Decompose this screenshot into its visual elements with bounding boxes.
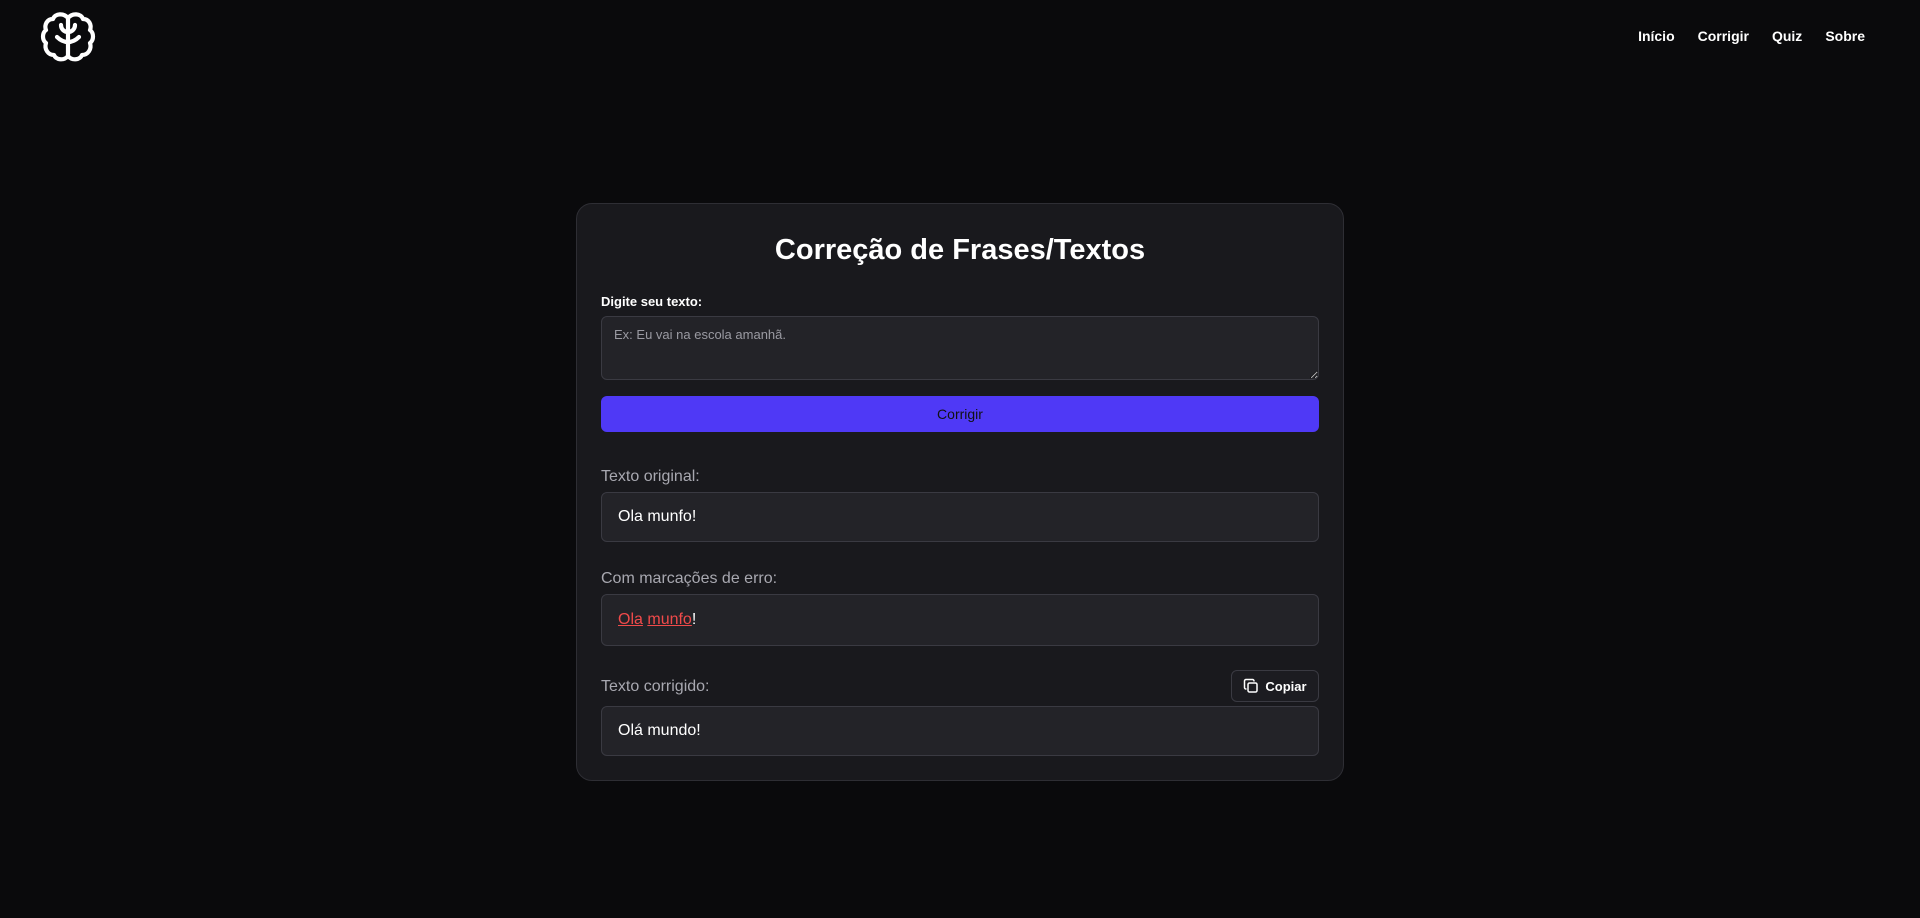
nav-item-quiz[interactable]: Quiz [1772,26,1802,46]
error-word: munfo [647,611,692,628]
main-nav: Início Corrigir Quiz Sobre [1638,26,1865,46]
text-input[interactable] [601,316,1319,380]
page-title: Correção de Frases/Textos [774,234,1146,266]
input-label: Digite seu texto: [601,294,703,309]
header: Início Corrigir Quiz Sobre [0,0,1920,74]
correct-button[interactable]: Corrigir [601,396,1319,432]
copy-button[interactable]: Copiar [1231,670,1319,702]
original-text-box: Ola munfo! [601,492,1319,542]
nav-item-corrigir[interactable]: Corrigir [1698,26,1749,46]
error-word: Ola [618,611,643,628]
marked-trailing: ! [691,611,697,628]
copy-icon [1243,678,1259,694]
correction-card: Correção de Frases/Textos Digite seu tex… [576,203,1344,781]
corrected-text-box: Olá mundo! [601,706,1319,756]
corrected-text: Olá mundo! [618,722,701,739]
nav-item-inicio[interactable]: Início [1638,26,1675,46]
nav-item-sobre[interactable]: Sobre [1825,26,1865,46]
corrected-text-label: Texto corrigido: [601,678,710,695]
original-text: Ola munfo! [618,508,697,525]
brain-icon[interactable] [40,10,96,64]
copy-button-label: Copiar [1265,678,1307,694]
original-text-label: Texto original: [601,468,700,485]
marked-text-box: Ola munfo! [601,594,1319,646]
marked-text-label: Com marcações de erro: [601,570,778,587]
